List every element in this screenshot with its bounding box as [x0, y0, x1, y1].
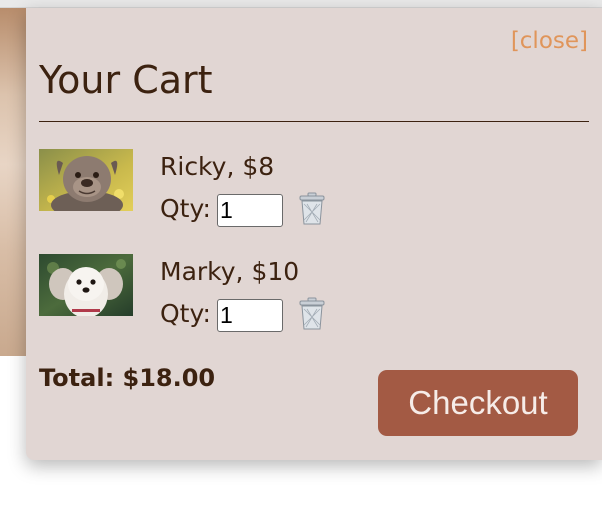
- cart-item: Marky, $10 Qty:: [39, 253, 579, 333]
- qty-input[interactable]: [217, 194, 283, 227]
- item-name-price: Marky, $10: [160, 257, 300, 286]
- bulldog-photo: [39, 149, 133, 211]
- white-dog-image: [39, 254, 133, 316]
- cart-panel: [close] Your Cart Ricky, $8 Qty: 1 Marky…: [26, 8, 602, 460]
- cart-title: Your Cart: [39, 58, 213, 102]
- browser-top-edge: [0, 0, 602, 8]
- item-name-price: Ricky, $8: [160, 152, 275, 181]
- trash-icon[interactable]: [297, 192, 327, 226]
- qty-label: Qty:: [160, 194, 211, 223]
- qty-input[interactable]: [217, 299, 283, 332]
- cart-item: Ricky, $8 Qty:: [39, 148, 579, 228]
- checkout-button[interactable]: Checkout: [378, 370, 578, 436]
- close-link[interactable]: [close]: [511, 28, 588, 54]
- cart-total: Total: $18.00: [39, 364, 216, 392]
- bulldog-image: [39, 149, 133, 211]
- title-divider: [39, 121, 589, 122]
- white-dog-photo: [39, 254, 133, 316]
- qty-label: Qty:: [160, 299, 211, 328]
- trash-icon[interactable]: [297, 297, 327, 331]
